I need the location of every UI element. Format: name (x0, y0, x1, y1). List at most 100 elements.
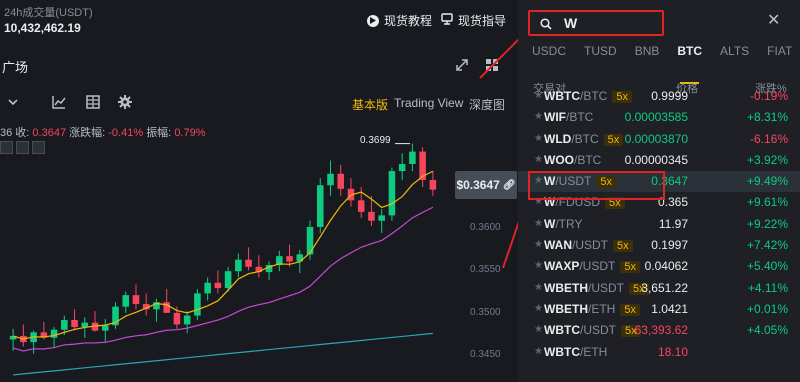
pair-quote: /USDT (579, 259, 616, 274)
high-price-label: 0.3699 (360, 135, 391, 146)
market-row[interactable]: ★ WBTC/BTC 5x 0.9999 -0.19% (518, 86, 800, 107)
pair-quote: /USDT (580, 323, 616, 338)
market-row[interactable]: ★ W/TRY 11.97 +9.22% (518, 214, 800, 235)
pair-base: WBETH (544, 301, 588, 316)
favorite-star-icon[interactable]: ★ (534, 346, 543, 357)
pair-change: +7.42% (746, 238, 788, 253)
market-row[interactable]: ★ WBTC/ETH 18.10 (518, 342, 800, 363)
candle-body (71, 319, 78, 328)
close-icon[interactable]: ✕ (767, 10, 780, 30)
pair-base: WBTC (544, 323, 580, 338)
view-depth-tab[interactable]: 深度图 (469, 96, 505, 113)
favorite-star-icon[interactable]: ★ (534, 324, 543, 335)
favorite-star-icon[interactable]: ★ (534, 282, 543, 293)
search-field[interactable] (528, 10, 664, 36)
market-row[interactable]: ★ WBETH/ETH 5x 1.0421 +0.01% (518, 299, 800, 320)
favorite-star-icon[interactable]: ★ (534, 154, 543, 165)
pair-name: WBTC/ETH (544, 345, 607, 359)
candle-body (235, 259, 242, 272)
indicator-icon[interactable] (52, 95, 66, 109)
interval-dropdown-icon[interactable] (8, 95, 22, 109)
tutorial-link[interactable]: 现货教程 (367, 12, 432, 29)
favorite-star-icon[interactable]: ★ (534, 218, 543, 229)
guide-icon (441, 13, 453, 28)
favorite-star-icon[interactable]: ★ (534, 90, 543, 101)
pair-name: WBTC/BTC 5x (544, 89, 632, 103)
pair-base: WAXP (544, 259, 580, 274)
pair-name: WOO/BTC (544, 153, 601, 167)
tab-usdc[interactable]: USDC (532, 44, 566, 78)
candle-body (337, 173, 345, 189)
settings-gear-icon[interactable] (118, 95, 132, 109)
favorite-star-icon[interactable]: ★ (534, 260, 543, 271)
candle-body (245, 259, 252, 267)
volume-value: 10,432,462.19 (4, 21, 81, 35)
leverage-badge: 5x (603, 133, 624, 146)
y-tick-label: 0.3500 (470, 307, 501, 318)
candlestick-chart[interactable] (0, 125, 460, 382)
market-row[interactable]: ★ WBETH/USDT 5x 3,651.22 +4.11% (518, 278, 800, 299)
tab-bnb[interactable]: BNB (635, 44, 660, 78)
candle-body (388, 171, 396, 216)
candle-body (132, 295, 140, 305)
market-row[interactable]: ★ WAXP/USDT 5x 0.04062 +5.40% (518, 256, 800, 277)
view-basic-tab[interactable]: 基本版 (352, 96, 388, 113)
favorite-star-icon[interactable]: ★ (534, 111, 543, 122)
candle-body (429, 179, 437, 190)
market-row[interactable]: ★ WLD/BTC 5x 0.00003870 -6.16% (518, 129, 800, 150)
pair-price: 0.00003870 (624, 131, 688, 146)
candle-body (368, 211, 375, 221)
leverage-badge: 5x (613, 240, 633, 253)
pair-name: WLD/BTC 5x (544, 131, 624, 146)
candle-body (409, 151, 416, 164)
pair-base: WLD (544, 131, 572, 146)
leverage-badge: 5x (620, 303, 640, 316)
candle-body (224, 271, 232, 289)
tab-fiat[interactable]: FIAT (767, 44, 792, 78)
market-row[interactable]: ★ WOO/BTC 0.00000345 +3.92% (518, 150, 800, 171)
pair-name: WBETH/USDT 5x (544, 281, 649, 295)
leverage-badge: 5x (620, 261, 640, 274)
favorite-star-icon[interactable]: ★ (534, 133, 543, 144)
pair-name: W/TRY (544, 217, 582, 231)
pair-base: WBETH (544, 280, 588, 295)
pair-base: W (544, 216, 556, 231)
selection-highlight (528, 171, 665, 200)
candle-body (204, 282, 211, 294)
pair-quote: /USDT (588, 280, 624, 295)
pair-name: WAXP/USDT 5x (544, 259, 640, 274)
pair-change: +3.92% (746, 152, 788, 167)
pair-price: 0.00000345 (624, 152, 688, 167)
pair-name: WIF/BTC (544, 110, 593, 124)
market-list: ★ WBTC/BTC 5x 0.9999 -0.19% ★ WIF/BTC 0.0000358… (518, 86, 800, 363)
y-tick-label: 0.3450 (470, 349, 501, 360)
pair-quote: /ETH (588, 301, 616, 316)
candle-body (163, 302, 170, 313)
volume-label: 24h成交量(USDT) (4, 7, 93, 19)
pair-change: +4.05% (746, 323, 788, 338)
tab-alts[interactable]: ALTS (720, 44, 749, 78)
market-row[interactable]: ★ WAN/USDT 5x 0.1997 +7.42% (518, 235, 800, 256)
market-row[interactable]: ★ WIF/BTC 0.00003585 +8.31% (518, 107, 800, 128)
candle-body (173, 312, 181, 325)
pair-base: WIF (544, 110, 566, 125)
candle-body (101, 325, 109, 331)
pair-quote: /TRY (555, 216, 583, 231)
tab-btc[interactable]: BTC (677, 44, 702, 84)
pair-quote: /BTC (571, 131, 599, 146)
expand-icon[interactable] (455, 58, 469, 72)
candle-body (61, 319, 68, 330)
pair-change: -6.16% (749, 131, 788, 146)
view-tradingview-tab[interactable]: Trading View (394, 96, 463, 110)
favorite-star-icon[interactable]: ★ (534, 303, 543, 314)
favorite-star-icon[interactable]: ★ (534, 239, 543, 250)
pair-price: 11.97 (658, 216, 688, 231)
tab-tusd[interactable]: TUSD (584, 44, 617, 78)
market-row[interactable]: ★ WBTC/USDT 5x 63,393.62 +4.05% (518, 320, 800, 341)
table-icon[interactable] (86, 95, 100, 109)
pair-quote: /BTC (574, 152, 602, 167)
pair-base: WBTC (544, 89, 580, 103)
pair-change: +0.01% (746, 301, 788, 316)
leverage-badge: 5x (612, 91, 632, 103)
search-input[interactable] (562, 14, 656, 32)
